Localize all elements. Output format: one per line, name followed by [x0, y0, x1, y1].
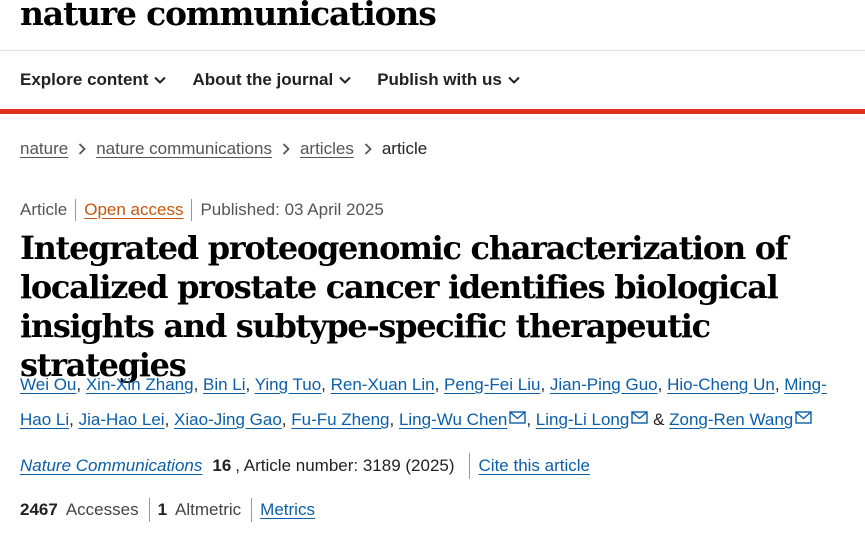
divider: [148, 498, 150, 522]
author-link[interactable]: Wei Ou: [20, 375, 76, 394]
site-logo[interactable]: nature communications: [20, 0, 437, 33]
chevron-right-icon: [78, 143, 86, 155]
accesses-label: Accesses: [65, 500, 139, 519]
nav-label: About the journal: [192, 70, 334, 89]
breadcrumb-link-articles[interactable]: articles: [300, 139, 354, 159]
nav-explore-content[interactable]: Explore content: [20, 70, 167, 90]
author-link[interactable]: Ying Tuo: [255, 375, 321, 394]
nav-publish-with-us[interactable]: Publish with us: [377, 70, 520, 90]
nav-label: Publish with us: [377, 70, 502, 89]
author-link[interactable]: Bin Li: [203, 375, 246, 394]
citation-line: Nature Communications 16 , Article numbe…: [20, 453, 590, 479]
author-link[interactable]: Xin-Xin Zhang: [86, 375, 194, 394]
author-link[interactable]: Fu-Fu Zheng: [291, 410, 389, 429]
author-separator: &: [648, 410, 670, 429]
breadcrumb-current: article: [381, 139, 428, 158]
author-separator: ,: [281, 410, 292, 429]
email-icon[interactable]: [631, 402, 649, 436]
author-separator: ,: [526, 410, 536, 429]
chevron-down-icon: [154, 76, 167, 84]
journal-link[interactable]: Nature Communications: [20, 456, 202, 476]
email-icon[interactable]: [509, 402, 527, 436]
author-link[interactable]: Hio-Cheng Un: [667, 375, 775, 394]
author-separator: ,: [657, 375, 668, 394]
author-link[interactable]: Ling-Wu Chen: [399, 410, 507, 429]
chevron-down-icon: [339, 76, 351, 84]
author-link[interactable]: Jia-Hao Lei: [79, 410, 165, 429]
author-link[interactable]: Zong-Ren Wang: [669, 410, 793, 429]
breadcrumb: nature nature communications articles ar…: [20, 139, 427, 159]
author-separator: ,: [245, 375, 255, 394]
article-number: , Article number: 3189 (2025): [235, 456, 455, 475]
author-separator: ,: [76, 375, 86, 394]
author-separator: ,: [193, 375, 204, 394]
author-list: Wei Ou, Xin-Xin Zhang, Bin Li, Ying Tuo,…: [20, 368, 830, 437]
published-date: Published: 03 April 2025: [200, 200, 384, 219]
metrics-link[interactable]: Metrics: [260, 500, 315, 520]
author-link[interactable]: Ren-Xuan Lin: [331, 375, 435, 394]
nav-divider: [0, 50, 865, 51]
author-link[interactable]: Xiao-Jing Gao: [174, 410, 282, 429]
divider: [251, 498, 253, 522]
metrics-line: 2467 Accesses 1 Altmetric Metrics: [20, 498, 315, 522]
author-separator: ,: [164, 410, 175, 429]
cite-this-article-link[interactable]: Cite this article: [479, 456, 590, 476]
accesses-count: 2467: [20, 500, 58, 519]
chevron-down-icon: [508, 76, 520, 84]
breadcrumb-link-nature[interactable]: nature: [20, 139, 68, 159]
divider: [468, 453, 470, 479]
accent-bar: [0, 109, 865, 114]
article-type: Article: [20, 200, 68, 219]
open-access-link[interactable]: Open access: [84, 200, 183, 220]
chevron-right-icon: [282, 143, 290, 155]
author-separator: ,: [434, 375, 445, 394]
main-nav: Explore content About the journal Publis…: [20, 70, 546, 90]
altmetric-count: 1: [157, 500, 168, 519]
divider: [191, 199, 193, 221]
author-link[interactable]: Jian-Ping Guo: [550, 375, 658, 394]
nav-about-journal[interactable]: About the journal: [192, 70, 351, 90]
author-separator: ,: [540, 375, 550, 394]
author-separator: ,: [69, 410, 79, 429]
author-separator: ,: [321, 375, 331, 394]
author-separator: ,: [389, 410, 399, 429]
author-separator: ,: [774, 375, 785, 394]
divider: [75, 199, 77, 221]
author-link[interactable]: Ling-Li Long: [536, 410, 630, 429]
article-title: Integrated proteogenomic characterizatio…: [20, 229, 789, 384]
chevron-right-icon: [364, 143, 372, 155]
email-icon[interactable]: [795, 402, 812, 436]
volume: 16: [212, 456, 232, 475]
article-meta: Article Open access Published: 03 April …: [20, 199, 384, 221]
nav-label: Explore content: [20, 70, 149, 89]
altmetric-label: Altmetric: [175, 500, 242, 519]
author-link[interactable]: Peng-Fei Liu: [444, 375, 540, 394]
breadcrumb-link-nature-communications[interactable]: nature communications: [96, 139, 272, 159]
